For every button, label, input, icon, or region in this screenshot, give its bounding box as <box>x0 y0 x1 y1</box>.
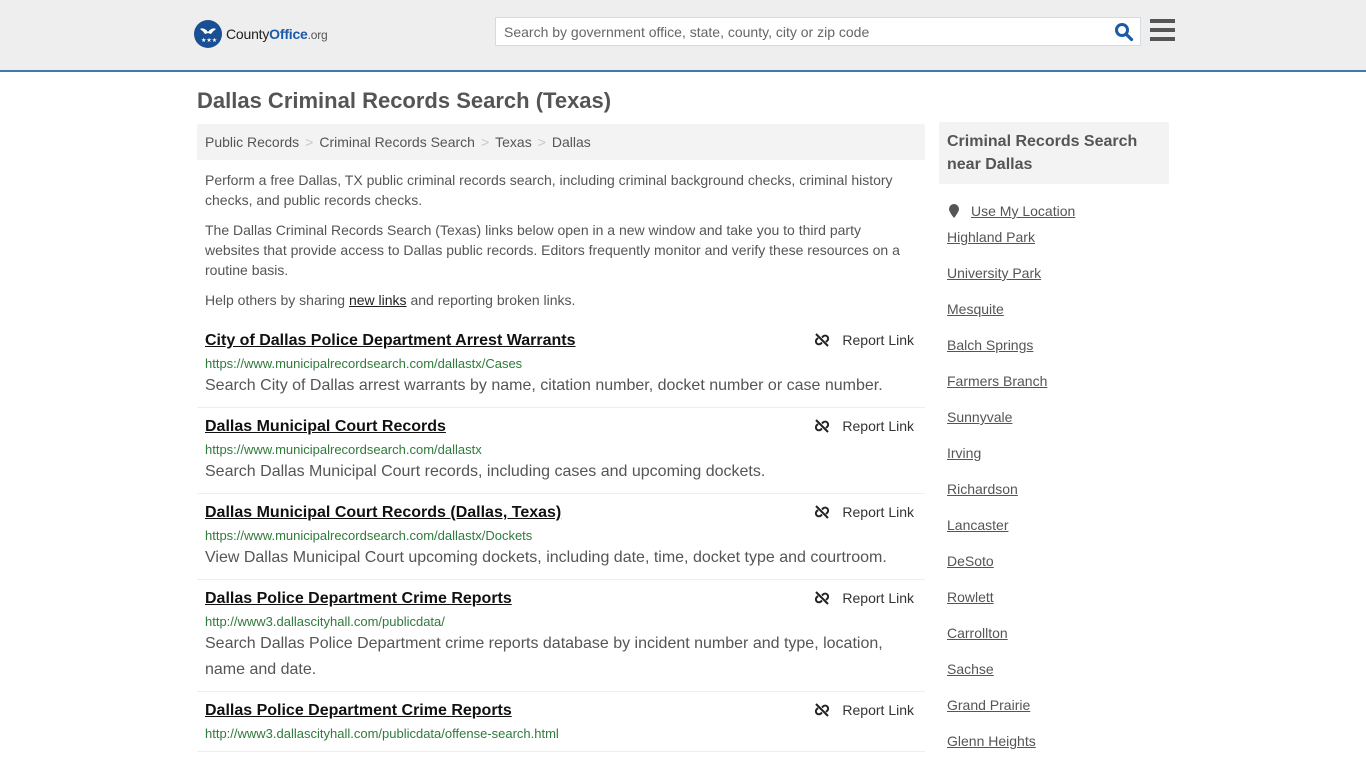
city-link[interactable]: Irving <box>947 435 1169 471</box>
report-link-button[interactable]: Report Link <box>814 332 914 348</box>
search-input[interactable] <box>496 18 1106 45</box>
city-link[interactable]: Highland Park <box>947 219 1169 255</box>
breadcrumb: Public Records > Criminal Records Search > T… <box>197 124 925 160</box>
city-link[interactable]: University Park <box>947 255 1169 291</box>
city-link[interactable]: Rowlett <box>947 579 1169 615</box>
result-title-link[interactable]: City of Dallas Police Department Arrest … <box>205 330 575 352</box>
result-item: Dallas Municipal Court Records https://w… <box>197 408 925 494</box>
site-logo[interactable]: ★★★ CountyOffice.org <box>194 20 328 48</box>
results-list: City of Dallas Police Department Arrest … <box>197 322 925 752</box>
result-title-link[interactable]: Dallas Municipal Court Records <box>205 416 446 438</box>
breadcrumb-separator: > <box>305 134 314 150</box>
result-item: Dallas Police Department Crime Reports h… <box>197 580 925 692</box>
breadcrumb-criminal-records-search[interactable]: Criminal Records Search <box>319 134 475 150</box>
report-link-button[interactable]: Report Link <box>814 504 914 520</box>
search-icon[interactable] <box>1114 22 1134 42</box>
city-link[interactable]: Sunnyvale <box>947 399 1169 435</box>
broken-link-icon <box>815 505 830 519</box>
use-my-location-link[interactable]: Use My Location <box>971 203 1075 219</box>
result-title-link[interactable]: Dallas Police Department Crime Reports <box>205 588 512 610</box>
city-link[interactable]: Richardson <box>947 471 1169 507</box>
report-link-button[interactable]: Report Link <box>814 702 914 718</box>
breadcrumb-texas[interactable]: Texas <box>495 134 532 150</box>
broken-link-icon <box>815 591 830 605</box>
search-box <box>495 17 1141 46</box>
intro-text: Perform a free Dallas, TX public crimina… <box>205 170 915 320</box>
hamburger-menu-icon[interactable] <box>1150 19 1175 41</box>
result-title-link[interactable]: Dallas Police Department Crime Reports <box>205 700 512 722</box>
city-link[interactable]: Carrollton <box>947 615 1169 651</box>
map-pin-icon <box>949 204 959 218</box>
result-description: Search Dallas Police Department crime re… <box>205 635 883 678</box>
result-url[interactable]: http://www3.dallascityhall.com/publicdat… <box>205 725 917 743</box>
intro-paragraph: Help others by sharing new links and rep… <box>205 292 576 308</box>
use-my-location: Use My Location <box>939 203 1169 219</box>
logo-eagle-icon: ★★★ <box>194 20 222 48</box>
result-item: Dallas Municipal Court Records (Dallas, … <box>197 494 925 580</box>
result-item: Dallas Police Department Crime Reports h… <box>197 692 925 752</box>
page-title: Dallas Criminal Records Search (Texas) <box>197 88 612 113</box>
report-link-button[interactable]: Report Link <box>814 590 914 606</box>
new-links-link[interactable]: new links <box>349 292 407 308</box>
city-link[interactable]: Sachse <box>947 651 1169 687</box>
result-url[interactable]: https://www.municipalrecordsearch.com/da… <box>205 441 917 459</box>
city-link[interactable]: Mesquite <box>947 291 1169 327</box>
intro-paragraph: Perform a free Dallas, TX public crimina… <box>205 172 893 208</box>
result-url[interactable]: http://www3.dallascityhall.com/publicdat… <box>205 613 917 631</box>
result-item: City of Dallas Police Department Arrest … <box>197 322 925 408</box>
broken-link-icon <box>815 333 830 347</box>
result-url[interactable]: https://www.municipalrecordsearch.com/da… <box>205 527 917 545</box>
city-link[interactable]: Balch Springs <box>947 327 1169 363</box>
result-description: View Dallas Municipal Court upcoming doc… <box>205 549 887 566</box>
broken-link-icon <box>815 419 830 433</box>
intro-paragraph: The Dallas Criminal Records Search (Texa… <box>205 222 900 278</box>
result-title-link[interactable]: Dallas Municipal Court Records (Dallas, … <box>205 502 561 524</box>
breadcrumb-separator: > <box>480 134 490 150</box>
logo-text: CountyOffice.org <box>226 26 328 42</box>
city-link[interactable]: Grand Prairie <box>947 687 1169 723</box>
breadcrumb-dallas[interactable]: Dallas <box>552 134 591 150</box>
result-description: Search City of Dallas arrest warrants by… <box>205 377 883 394</box>
city-link[interactable]: Farmers Branch <box>947 363 1169 399</box>
breadcrumb-public-records[interactable]: Public Records <box>205 134 299 150</box>
city-link[interactable]: DeSoto <box>947 543 1169 579</box>
result-url[interactable]: https://www.municipalrecordsearch.com/da… <box>205 355 917 373</box>
city-link[interactable]: Lancaster <box>947 507 1169 543</box>
site-header: ★★★ CountyOffice.org <box>0 0 1366 72</box>
nearby-sidebar: Criminal Records Search near Dallas Use … <box>939 122 1169 759</box>
sidebar-heading: Criminal Records Search near Dallas <box>939 122 1169 184</box>
broken-link-icon <box>815 703 830 717</box>
result-description: Search Dallas Municipal Court records, i… <box>205 463 766 480</box>
report-link-button[interactable]: Report Link <box>814 418 914 434</box>
breadcrumb-separator: > <box>537 134 546 150</box>
svg-text:★★★: ★★★ <box>201 37 217 44</box>
city-list: Highland Park University Park Mesquite B… <box>939 219 1169 759</box>
city-link[interactable]: Glenn Heights <box>947 723 1169 759</box>
